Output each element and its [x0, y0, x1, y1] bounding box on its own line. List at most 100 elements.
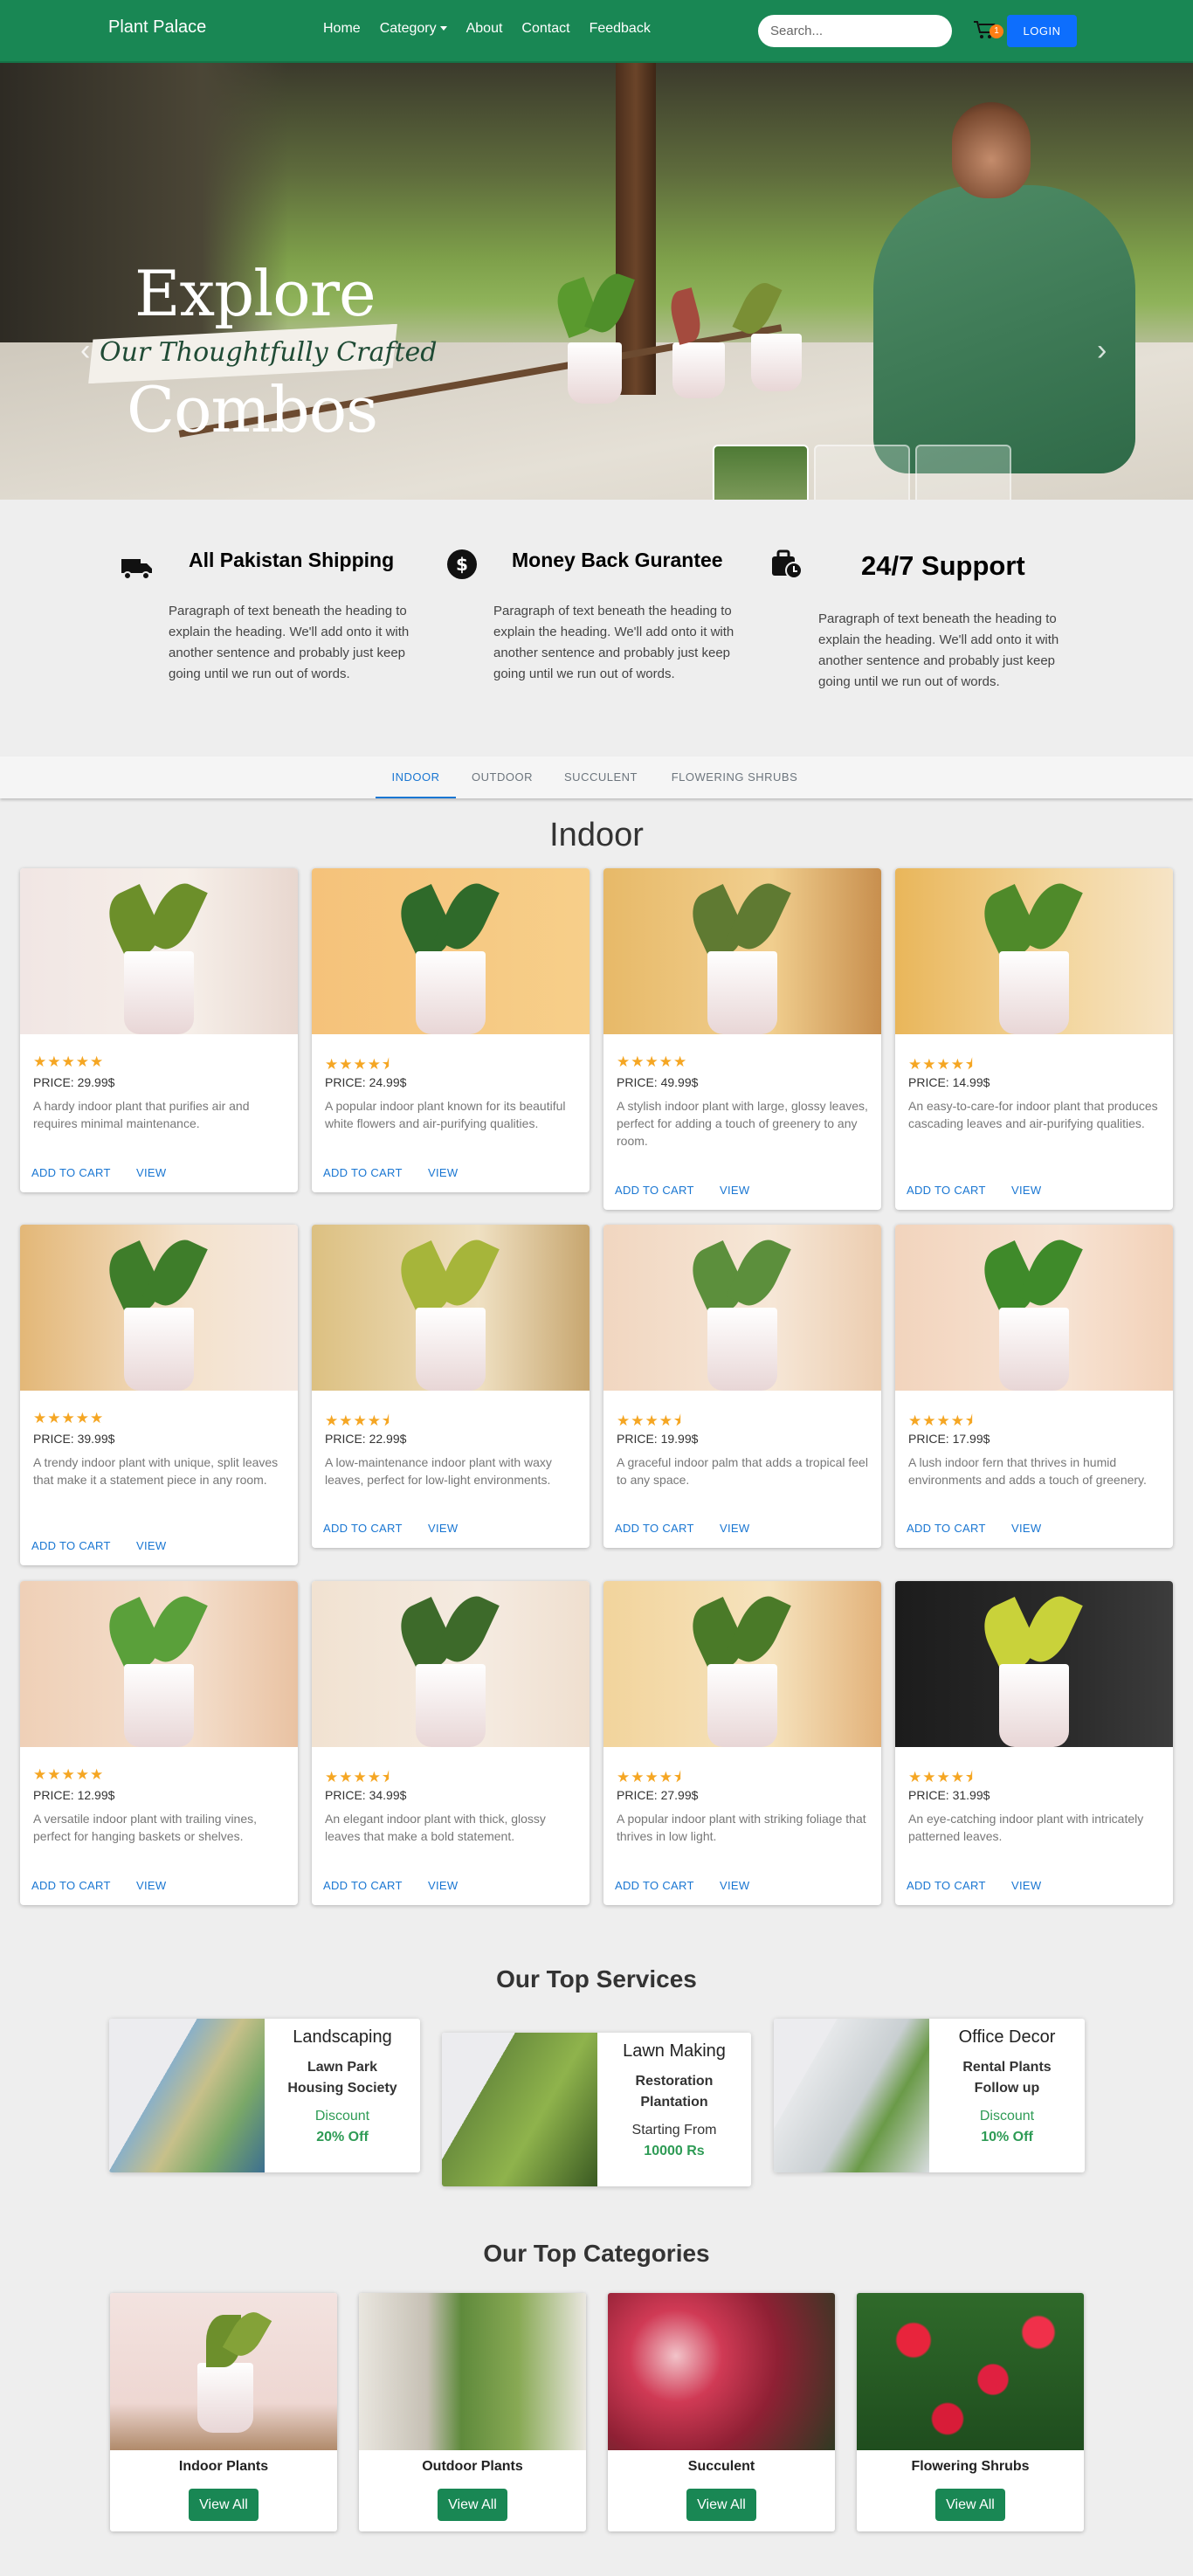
product-image[interactable] [312, 1225, 590, 1391]
add-to-cart-button[interactable]: ADD TO CART [615, 1522, 694, 1535]
category-tabs: INDOOR OUTDOOR SUCCULENT FLOWERING SHRUB… [0, 756, 1193, 798]
product-image[interactable] [312, 1581, 590, 1747]
add-to-cart-button[interactable]: ADD TO CART [323, 1166, 403, 1179]
view-button[interactable]: VIEW [720, 1184, 749, 1197]
nav-links: Home Category About Contact Feedback [323, 21, 651, 37]
product-price: PRICE: 29.99$ [33, 1075, 115, 1089]
tab-succulent[interactable]: SUCCULENT [555, 756, 646, 798]
add-to-cart-button[interactable]: ADD TO CART [31, 1166, 111, 1179]
view-button[interactable]: VIEW [720, 1879, 749, 1892]
carousel-next-icon[interactable]: › [1097, 334, 1107, 368]
category-name: Succulent [687, 2459, 755, 2474]
product-card: ★★★★★ PRICE: 49.99$ A stylish indoor plant… [603, 868, 881, 1210]
hero-heading-line2: Our Thoughtfully Crafted [100, 337, 438, 368]
product-description: An eye-catching indoor plant with intric… [908, 1812, 1144, 1843]
add-to-cart-button[interactable]: ADD TO CART [907, 1184, 986, 1197]
product-image[interactable] [312, 868, 590, 1034]
product-image[interactable] [20, 868, 298, 1034]
service-title: Office Decor [958, 2027, 1056, 2047]
view-all-button[interactable]: View All [189, 2489, 259, 2521]
view-button[interactable]: VIEW [136, 1879, 166, 1892]
product-price: PRICE: 12.99$ [33, 1788, 115, 1802]
login-button[interactable]: LOGIN [1007, 15, 1077, 47]
add-to-cart-button[interactable]: ADD TO CART [31, 1539, 111, 1552]
view-button[interactable]: VIEW [1011, 1184, 1041, 1197]
product-image[interactable] [895, 868, 1173, 1034]
feature-text: Paragraph of text beneath the heading to… [818, 611, 1059, 689]
product-description: An elegant indoor plant with thick, glos… [325, 1812, 546, 1843]
add-to-cart-button[interactable]: ADD TO CART [323, 1879, 403, 1892]
service-image [442, 2033, 597, 2186]
nav-contact[interactable]: Contact [521, 21, 569, 37]
tab-indoor[interactable]: INDOOR [376, 756, 456, 798]
carousel-prev-icon[interactable]: ‹ [80, 334, 90, 368]
product-price: PRICE: 24.99$ [325, 1075, 407, 1089]
category-name: Indoor Plants [178, 2459, 269, 2474]
view-button[interactable]: VIEW [428, 1879, 458, 1892]
view-button[interactable]: VIEW [428, 1166, 458, 1179]
view-button[interactable]: VIEW [428, 1522, 458, 1535]
product-image[interactable] [20, 1581, 298, 1747]
product-image[interactable] [895, 1225, 1173, 1391]
product-image[interactable] [895, 1581, 1173, 1747]
section-title: Indoor [549, 817, 644, 853]
category-image [359, 2293, 586, 2450]
navbar: Plant Palace Home Category About Contact… [0, 0, 1193, 63]
nav-home[interactable]: Home [323, 21, 361, 37]
view-all-button[interactable]: View All [686, 2489, 756, 2521]
category-card-succulent[interactable]: Succulent View All [608, 2293, 835, 2531]
view-all-button[interactable]: View All [438, 2489, 507, 2521]
service-image [774, 2019, 929, 2172]
service-card-landscaping[interactable]: Landscaping Lawn Park Housing Society Di… [109, 2019, 420, 2172]
service-card-lawn-making[interactable]: Lawn Making Restoration Plantation Start… [442, 2033, 751, 2186]
category-name: Outdoor Plants [422, 2459, 523, 2474]
product-image[interactable] [603, 1225, 881, 1391]
rating-stars: ★★★★★ [617, 1053, 688, 1070]
product-image[interactable] [20, 1225, 298, 1391]
add-to-cart-button[interactable]: ADD TO CART [615, 1879, 694, 1892]
add-to-cart-button[interactable]: ADD TO CART [907, 1879, 986, 1892]
search-input[interactable] [758, 15, 952, 47]
carousel-thumbnail[interactable] [814, 445, 910, 500]
category-card-outdoor[interactable]: Outdoor Plants View All [359, 2293, 586, 2531]
product-image[interactable] [603, 1581, 881, 1747]
carousel-thumbnail[interactable] [915, 445, 1011, 500]
dollar-icon: $ [447, 549, 477, 579]
service-discount: 10% Off [981, 2130, 1033, 2144]
svg-text:$: $ [456, 554, 468, 575]
add-to-cart-button[interactable]: ADD TO CART [31, 1879, 111, 1892]
add-to-cart-button[interactable]: ADD TO CART [615, 1184, 694, 1197]
service-image [109, 2019, 265, 2172]
feature-title: All Pakistan Shipping [189, 549, 395, 571]
service-price: 10000 Rs [644, 2144, 705, 2158]
service-card-office-decor[interactable]: Office Decor Rental Plants Follow up Dis… [774, 2019, 1085, 2172]
product-description: A lush indoor fern that thrives in humid… [908, 1455, 1147, 1487]
tab-outdoor[interactable]: OUTDOOR [463, 756, 541, 798]
view-button[interactable]: VIEW [136, 1166, 166, 1179]
view-button[interactable]: VIEW [1011, 1522, 1041, 1535]
category-card-indoor[interactable]: Indoor Plants View All [110, 2293, 337, 2531]
nav-category[interactable]: Category [380, 21, 447, 37]
brand-logo[interactable]: Plant Palace [108, 17, 206, 38]
carousel-thumbnail[interactable] [713, 445, 809, 500]
add-to-cart-button[interactable]: ADD TO CART [907, 1522, 986, 1535]
view-button[interactable]: VIEW [720, 1522, 749, 1535]
nav-about[interactable]: About [466, 21, 503, 37]
view-all-button[interactable]: View All [935, 2489, 1005, 2521]
category-card-flowering-shrubs[interactable]: Flowering Shrubs View All [857, 2293, 1084, 2531]
category-image [857, 2293, 1084, 2450]
tab-flowering-shrubs[interactable]: FLOWERING SHRUBS [660, 756, 809, 798]
product-card: ★★★★⯨ PRICE: 34.99$ An elegant indoor plan… [312, 1581, 590, 1905]
category-image [608, 2293, 835, 2450]
nav-feedback[interactable]: Feedback [590, 21, 651, 37]
product-price: PRICE: 39.99$ [33, 1432, 115, 1446]
services-title: Our Top Services [496, 1965, 697, 1992]
product-description: A versatile indoor plant with trailing v… [33, 1812, 258, 1843]
hero-heading-line1: Explore [134, 257, 376, 330]
hero-person [873, 185, 1135, 473]
add-to-cart-button[interactable]: ADD TO CART [323, 1522, 403, 1535]
view-button[interactable]: VIEW [1011, 1879, 1041, 1892]
view-button[interactable]: VIEW [136, 1539, 166, 1552]
product-image[interactable] [603, 868, 881, 1034]
rating-stars: ★★★★★ [33, 1053, 105, 1070]
